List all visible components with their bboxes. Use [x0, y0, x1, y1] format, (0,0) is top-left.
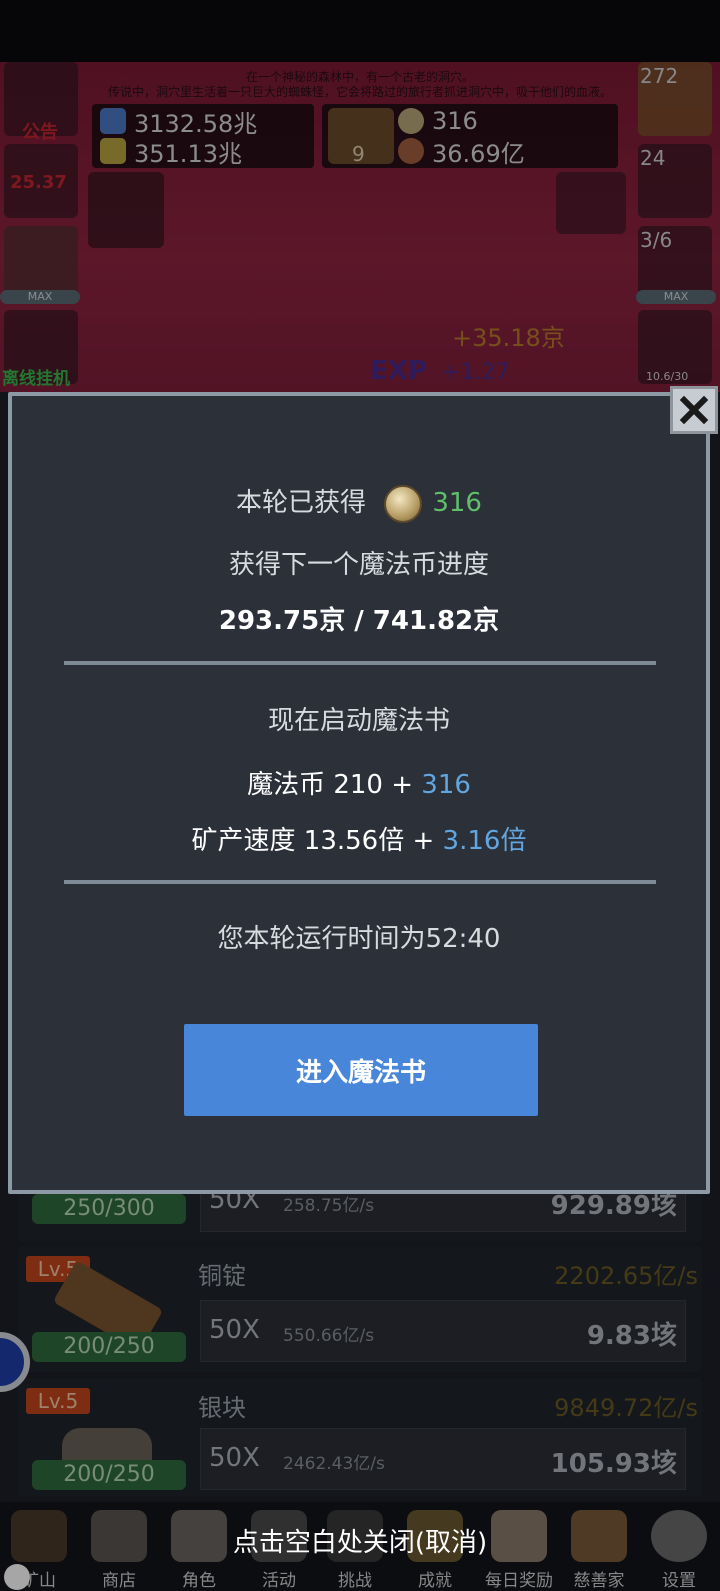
earned-row: 本轮已获得 316 [12, 482, 706, 523]
dismiss-hint: 点击空白处关闭(取消) [232, 1528, 488, 1558]
magic-coin-icon [384, 484, 423, 523]
progress-value: 293.75京 / 741.82京 [218, 606, 500, 636]
coin-gain-row: 魔法币 210 + 316 [12, 764, 706, 801]
speed-label: 矿产速度 13.56倍 + [191, 826, 443, 856]
start-label: 现在启动魔法书 [267, 706, 450, 736]
magic-book-dialog: 本轮已获得 316 获得下一个魔法币进度 293.75京 / 741.82京 现… [8, 392, 710, 1194]
progress-label: 获得下一个魔法币进度 [228, 550, 489, 580]
coin-add: 316 [421, 770, 471, 800]
close-icon [679, 395, 709, 425]
runtime-text: 您本轮运行时间为52:40 [217, 924, 501, 954]
enter-magic-book-button[interactable]: 进入魔法书 [184, 1024, 538, 1116]
divider [64, 880, 656, 884]
speed-add: 3.16倍 [442, 826, 527, 856]
coin-label: 魔法币 210 + [247, 770, 422, 800]
divider [64, 661, 656, 665]
close-button[interactable] [670, 386, 718, 434]
speed-gain-row: 矿产速度 13.56倍 + 3.16倍 [12, 820, 706, 857]
earned-label: 本轮已获得 [236, 488, 367, 518]
earned-value: 316 [432, 488, 482, 518]
